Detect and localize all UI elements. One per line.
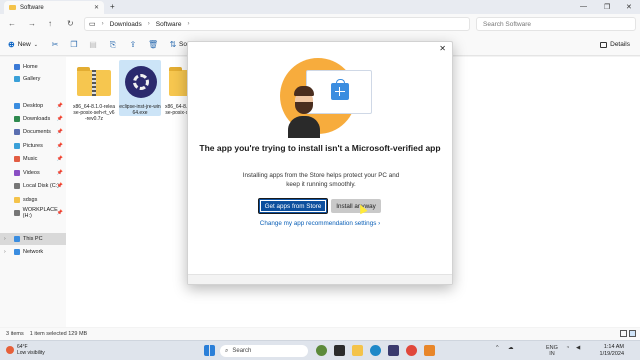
store-window-icon <box>306 70 372 114</box>
store-illustration <box>280 58 378 140</box>
recommendation-settings-link[interactable]: Change my app recommendation settings › <box>188 220 452 227</box>
link-label: Change my app recommendation settings <box>259 220 377 227</box>
dialog-overlay: ✕ The app you're trying to install isn't… <box>0 0 640 360</box>
close-icon[interactable]: ✕ <box>439 44 446 53</box>
unverified-app-dialog: ✕ The app you're trying to install isn't… <box>187 41 453 285</box>
chevron-right-icon: › <box>378 220 381 227</box>
dialog-title: The app you're trying to install isn't a… <box>199 143 441 153</box>
dialog-description: Installing apps from the Store helps pro… <box>242 172 400 188</box>
get-apps-from-store-button[interactable]: Get apps from Store <box>258 198 328 214</box>
dialog-footer <box>188 274 452 284</box>
store-bag-icon <box>331 79 349 100</box>
